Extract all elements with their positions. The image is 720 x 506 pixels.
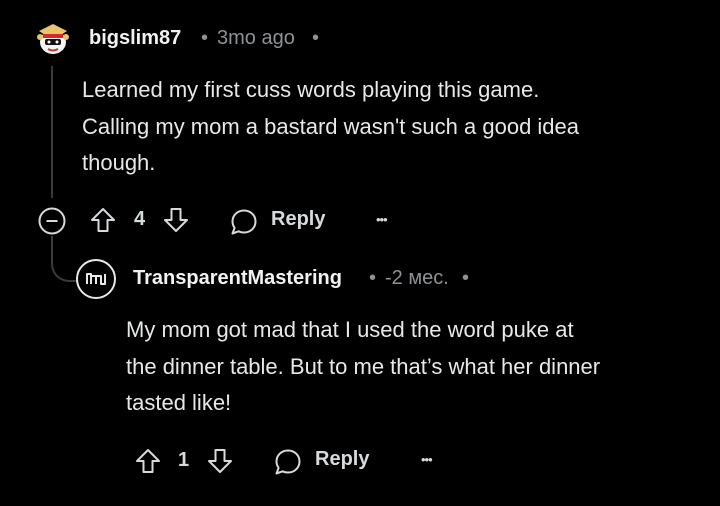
arrow-up-icon bbox=[91, 208, 115, 232]
more-options-button[interactable]: ••• bbox=[421, 452, 433, 467]
avatar[interactable] bbox=[31, 15, 75, 59]
vote-count: 4 bbox=[134, 208, 146, 230]
minus-circle-icon bbox=[38, 207, 66, 235]
avatar[interactable] bbox=[76, 259, 116, 299]
arrow-down-icon bbox=[208, 449, 232, 473]
arrow-down-icon bbox=[164, 208, 188, 232]
vote-count: 1 bbox=[178, 449, 190, 471]
meta-separator: • bbox=[312, 27, 320, 49]
speech-bubble-icon bbox=[231, 209, 257, 235]
meta-separator: • bbox=[369, 267, 377, 289]
speech-bubble-icon bbox=[275, 449, 301, 475]
meta-separator: • bbox=[462, 267, 470, 289]
comment-text-line: though. bbox=[82, 150, 156, 175]
meta-separator: • bbox=[201, 27, 209, 49]
ellipsis-icon: ••• bbox=[376, 212, 388, 227]
more-options-button[interactable]: ••• bbox=[376, 212, 388, 227]
timestamp[interactable]: 3mo ago bbox=[217, 27, 295, 50]
thread-line-branch[interactable] bbox=[51, 236, 79, 282]
arrow-up-icon bbox=[136, 449, 160, 473]
downvote-button[interactable] bbox=[205, 446, 235, 476]
thread-line[interactable] bbox=[51, 66, 53, 198]
comment-text-line: tasted like! bbox=[126, 390, 232, 415]
username[interactable]: bigslim87 bbox=[89, 27, 181, 50]
comment-text-line: Calling my mom a bastard wasn't such a g… bbox=[82, 114, 580, 139]
reply-label: Reply bbox=[271, 208, 326, 230]
comment-text-line: My mom got mad that I used the word puke… bbox=[126, 317, 574, 342]
ellipsis-icon: ••• bbox=[421, 452, 433, 467]
comment-text-line: the dinner table. But to me that’s what … bbox=[126, 354, 601, 379]
reply-button[interactable]: Reply bbox=[229, 206, 333, 236]
upvote-button[interactable] bbox=[88, 205, 118, 235]
upvote-button[interactable] bbox=[133, 446, 163, 476]
reply-label: Reply bbox=[315, 448, 370, 470]
comment-text-line: Learned my first cuss words playing this… bbox=[82, 77, 540, 102]
reply-button[interactable]: Reply bbox=[273, 446, 377, 476]
timestamp[interactable]: -2 мес. bbox=[385, 267, 449, 290]
collapse-button[interactable] bbox=[37, 206, 67, 236]
downvote-button[interactable] bbox=[161, 205, 191, 235]
username[interactable]: TransparentMastering bbox=[133, 267, 342, 290]
